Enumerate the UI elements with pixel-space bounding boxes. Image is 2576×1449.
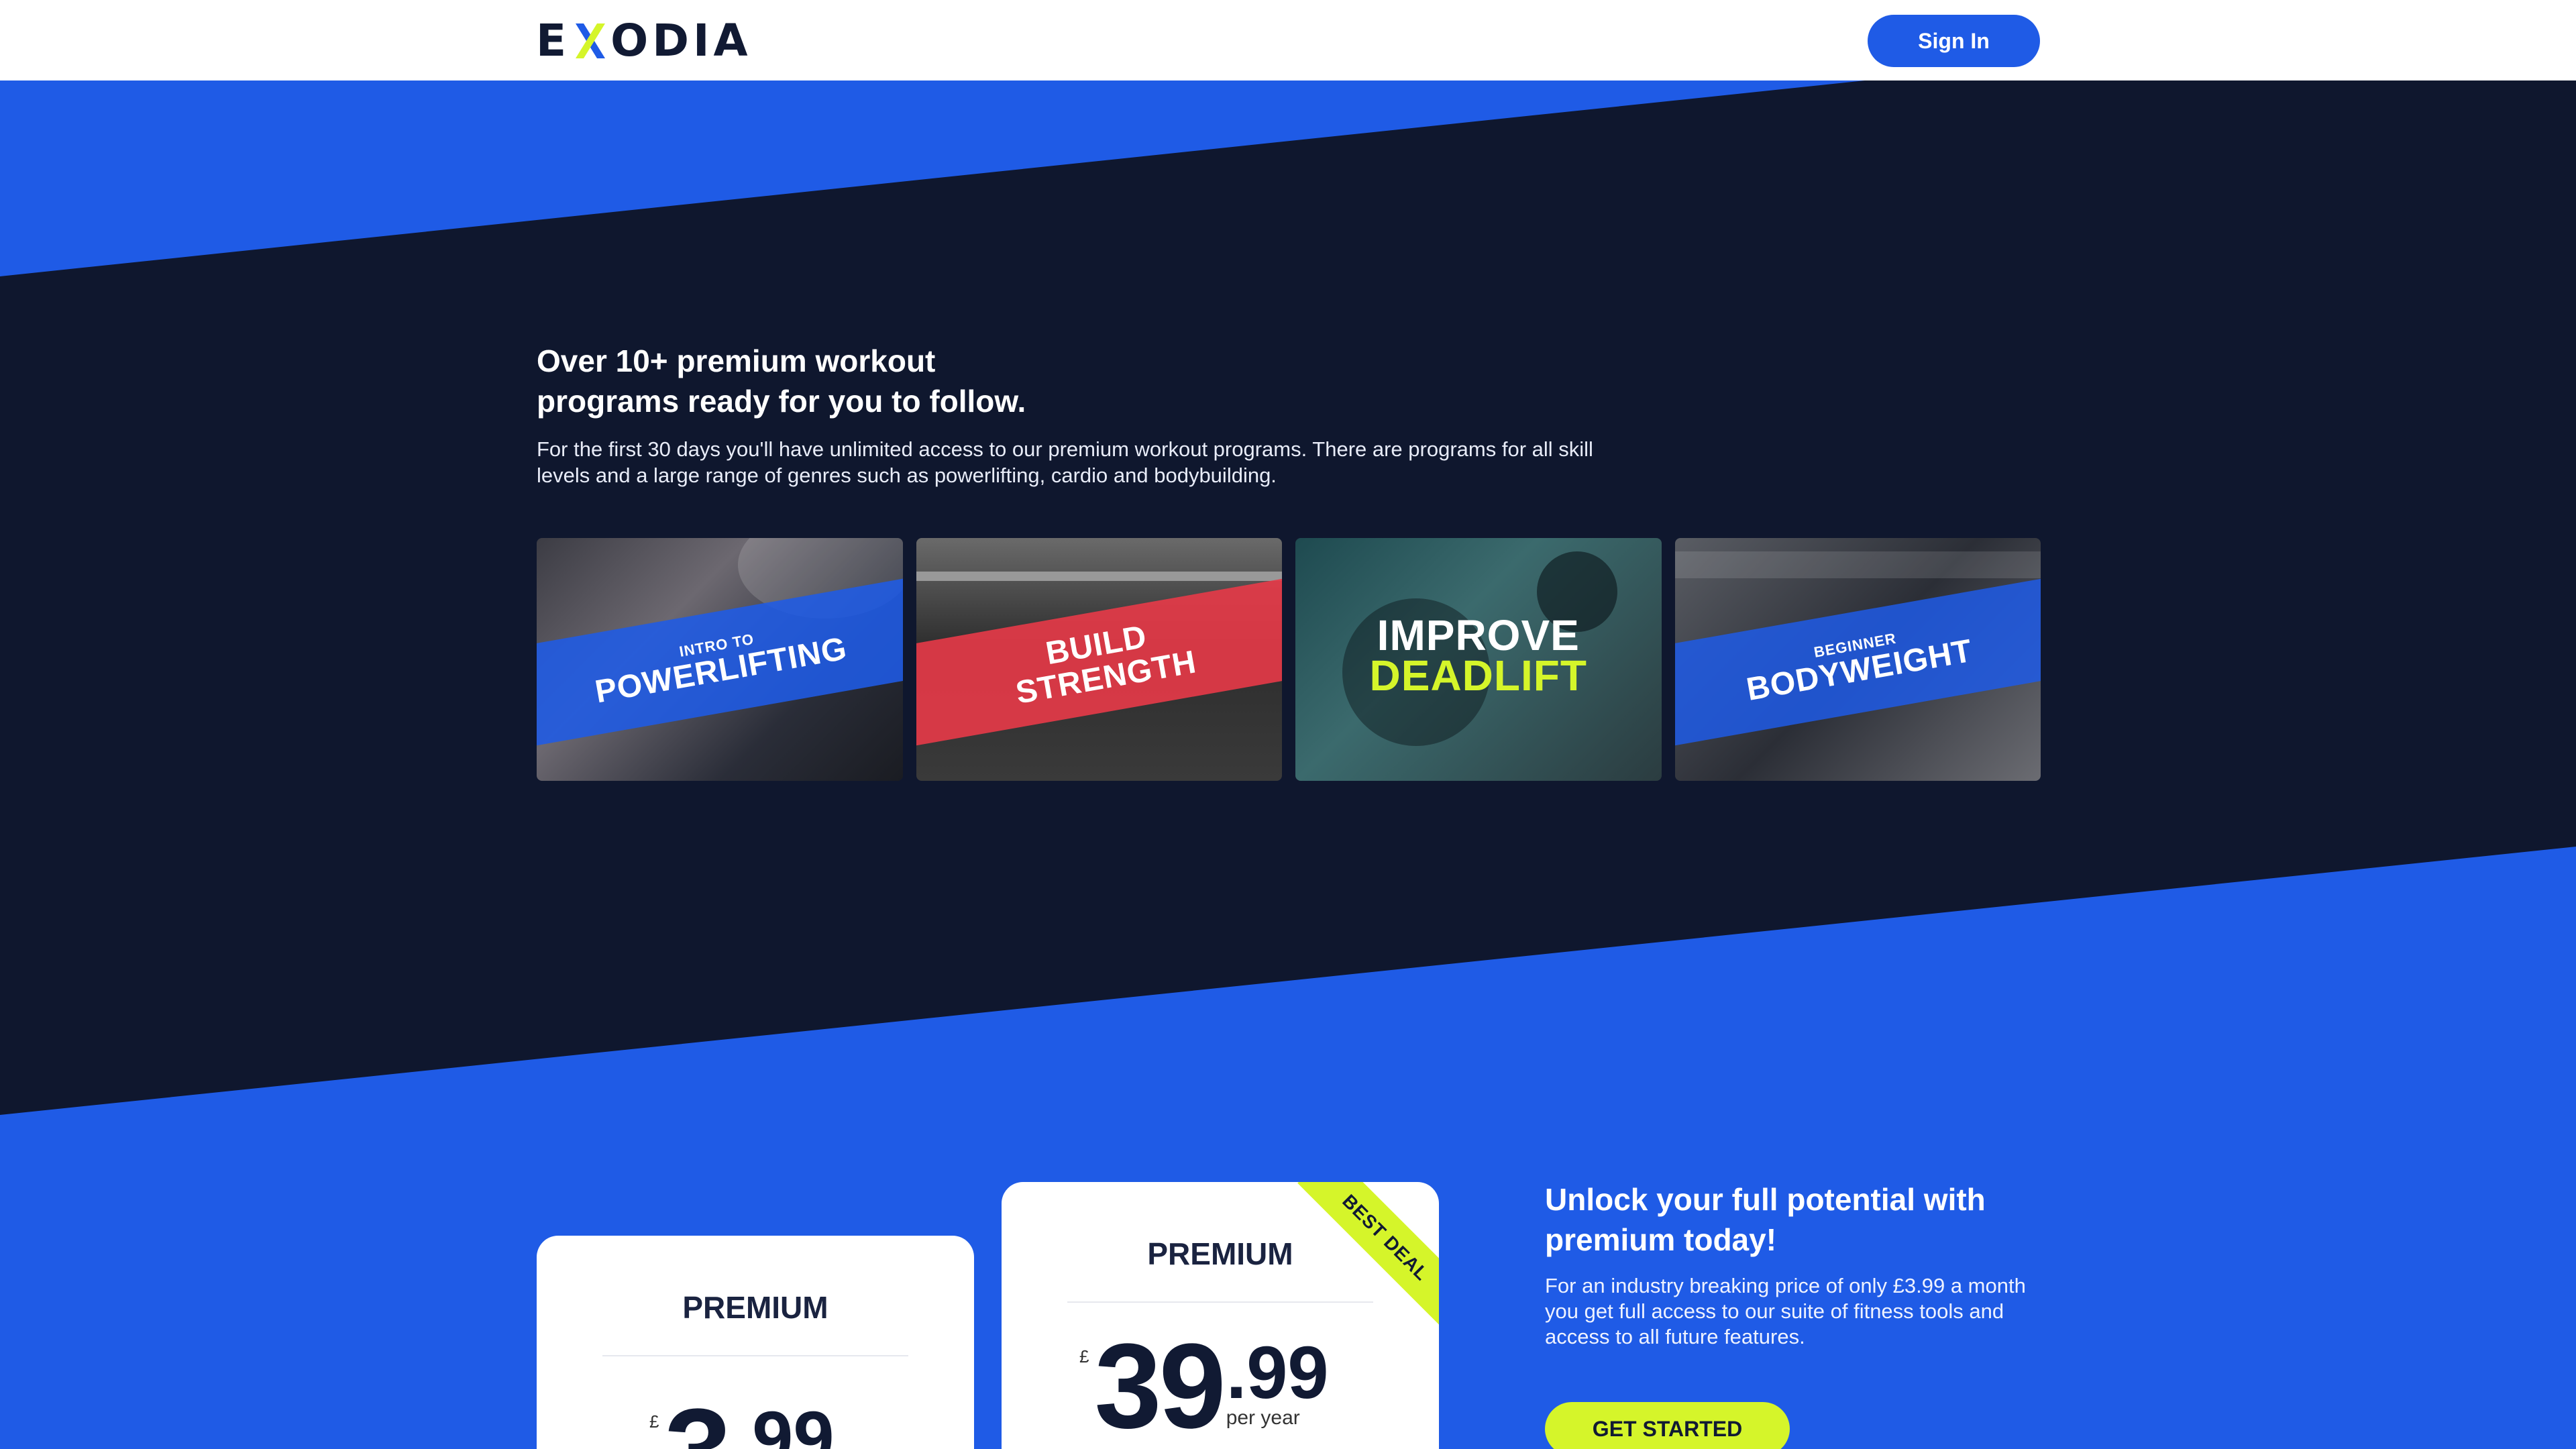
price-cents: .99 xyxy=(1226,1332,1329,1414)
divider xyxy=(602,1355,908,1356)
pricing-card-monthly[interactable]: PREMIUM £ 3 .99 xyxy=(537,1236,974,1449)
sign-in-button[interactable]: Sign In xyxy=(1868,15,2040,67)
card-banner: BUILD STRENGTH xyxy=(916,576,1282,749)
promo-body: For an industry breaking price of only £… xyxy=(1545,1274,2026,1348)
premium-promo: Unlock your full potential with premium … xyxy=(1545,1179,2055,1350)
programs-heading: Over 10+ premium workout programs ready … xyxy=(537,343,1026,419)
price-whole: 39 xyxy=(1094,1319,1226,1449)
get-started-button[interactable]: GET STARTED xyxy=(1545,1402,1790,1449)
card-title: BUILD STRENGTH xyxy=(1012,619,1199,711)
price-cents: .99 xyxy=(731,1397,835,1449)
program-card-bodyweight[interactable]: BEGINNER BODYWEIGHT xyxy=(1674,538,2041,781)
top-navigation-bar: E ODIA Sign In xyxy=(0,0,2576,80)
plan-name: PREMIUM xyxy=(1147,1236,1293,1271)
price-whole: 3 xyxy=(664,1391,731,1449)
promo-heading: Unlock your full potential with premium … xyxy=(1545,1182,1986,1257)
card-banner: BEGINNER BODYWEIGHT xyxy=(1674,576,2041,749)
divider xyxy=(1067,1301,1373,1303)
logo-x-icon xyxy=(573,20,608,60)
plan-name: PREMIUM xyxy=(682,1290,828,1325)
programs-description: For the first 30 days you'll have unlimi… xyxy=(537,437,1593,487)
programs-section: Over 10+ premium workout programs ready … xyxy=(537,341,2041,488)
pricing-card-yearly[interactable]: BEST DEAL PREMIUM £ 39 .99 per year xyxy=(1002,1182,1439,1449)
card-banner: IMPROVE DEADLIFT xyxy=(1295,605,1662,706)
price-display: £ 39 .99 per year xyxy=(1079,1326,1329,1447)
exodia-logo[interactable]: E ODIA xyxy=(536,15,752,66)
card-banner: INTRO TO POWERLIFTING xyxy=(537,576,903,749)
currency-symbol: £ xyxy=(649,1411,659,1432)
program-card-improve-deadlift[interactable]: IMPROVE DEADLIFT xyxy=(1295,538,1662,781)
logo-text-right: ODIA xyxy=(610,14,752,66)
logo-text-left: E xyxy=(536,14,571,66)
card-title-line2: DEADLIFT xyxy=(1369,651,1587,700)
currency-symbol: £ xyxy=(1079,1346,1089,1366)
billing-period: per year xyxy=(1226,1407,1300,1429)
program-card-powerlifting[interactable]: INTRO TO POWERLIFTING xyxy=(537,538,903,781)
program-cards: INTRO TO POWERLIFTING BUILD STRENGTH IMP… xyxy=(537,538,2041,781)
price-display: £ 3 .99 xyxy=(649,1391,835,1449)
card-title-line1: IMPROVE xyxy=(1377,611,1580,659)
program-card-build-strength[interactable]: BUILD STRENGTH xyxy=(916,538,1282,781)
